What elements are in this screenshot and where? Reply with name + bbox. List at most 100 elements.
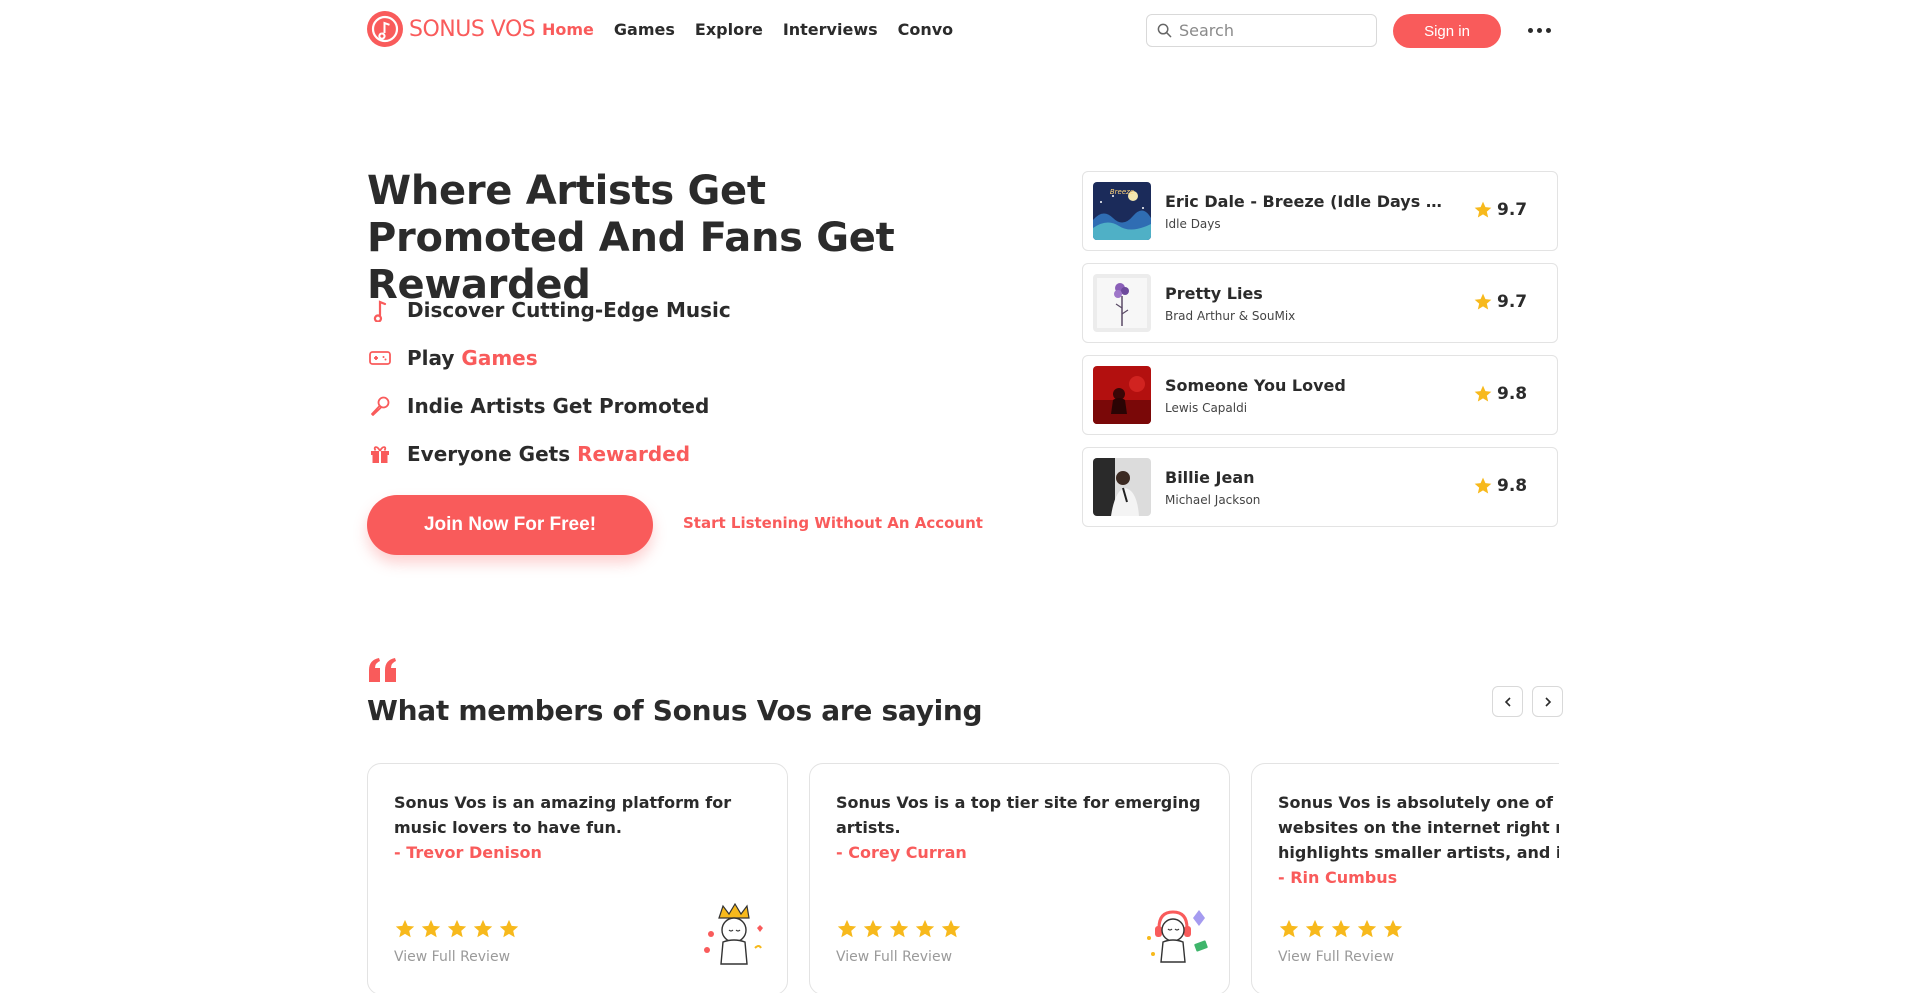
view-full-review-link[interactable]: View Full Review: [394, 949, 510, 965]
cover-someone-you-loved: [1093, 366, 1151, 424]
star-icon: [1383, 919, 1403, 938]
testimonials-title: What members of Sonus Vos are saying: [367, 694, 983, 727]
join-now-button[interactable]: Join Now For Free!: [367, 495, 653, 555]
star-icon: [395, 919, 415, 938]
star-icon: [1331, 919, 1351, 938]
track-title: Someone You Loved: [1165, 376, 1346, 395]
review-author: - Rin Cumbus: [1278, 868, 1398, 887]
review-author: - Corey Curran: [836, 843, 967, 862]
gamepad-icon: [367, 345, 393, 371]
track-artist: Michael Jackson: [1165, 493, 1261, 507]
track-title: Pretty Lies: [1165, 284, 1263, 303]
star-icon: [941, 919, 961, 938]
track-title: Eric Dale - Breeze (Idle Days Cov...: [1165, 192, 1450, 211]
main-nav: Home Games Explore Interviews Convo: [542, 20, 973, 39]
rating-value: 9.8: [1497, 476, 1528, 496]
nav-games[interactable]: Games: [614, 20, 675, 39]
star-icon: [473, 919, 493, 938]
microphone-icon: [367, 393, 393, 419]
carousel-next-button[interactable]: [1532, 686, 1563, 717]
review-card: Sonus Vos is absolutely one of my f webs…: [1251, 763, 1559, 993]
feature-item: Discover Cutting-Edge Music: [367, 286, 731, 334]
star-icon: [1305, 919, 1325, 938]
site-header: SONUS VOS Home Games Explore Interviews …: [367, 0, 1553, 60]
top-tracks-list: Breeze Eric Dale - Breeze (Idle Days Cov…: [1082, 171, 1558, 539]
review-stars: [394, 918, 520, 940]
crown-mascot-icon: [704, 902, 763, 965]
review-text: Sonus Vos is an amazing platform for mus…: [394, 790, 766, 865]
feature-text: Play Games: [407, 346, 538, 370]
star-icon: [447, 919, 467, 938]
headphones-mascot-icon: [1147, 910, 1208, 963]
track-artist: Lewis Capaldi: [1165, 401, 1248, 415]
review-text: Sonus Vos is a top tier site for emergin…: [836, 790, 1208, 865]
star-icon: [1357, 919, 1377, 938]
review-stars: [836, 918, 962, 940]
star-icon: [1474, 385, 1492, 402]
star-icon: [1474, 201, 1492, 218]
review-card: Sonus Vos is an amazing platform for mus…: [367, 763, 788, 993]
track-card[interactable]: Pretty Lies Brad Arthur & SouMix 9.7: [1082, 263, 1558, 343]
track-card[interactable]: Someone You Loved Lewis Capaldi 9.8: [1082, 355, 1558, 435]
cover-pretty-lies: [1093, 274, 1151, 332]
review-stars: [1278, 918, 1404, 940]
star-icon: [421, 919, 441, 938]
sign-in-button[interactable]: Sign in: [1393, 14, 1501, 48]
star-icon: [499, 919, 519, 938]
track-title: Billie Jean: [1165, 468, 1255, 487]
feature-list: Discover Cutting-Edge Music Play Games I…: [367, 286, 731, 478]
carousel-prev-button[interactable]: [1492, 686, 1523, 717]
search-input[interactable]: [1179, 21, 1359, 40]
track-rating: 9.7: [1473, 200, 1527, 220]
nav-home[interactable]: Home: [542, 20, 594, 39]
nav-convo[interactable]: Convo: [898, 20, 954, 39]
rating-value: 9.8: [1497, 384, 1528, 404]
star-icon: [889, 919, 909, 938]
start-listening-link[interactable]: Start Listening Without An Account: [683, 514, 983, 532]
star-icon: [863, 919, 883, 938]
review-author: - Trevor Denison: [394, 843, 542, 862]
games-link[interactable]: Games: [461, 346, 537, 370]
rewarded-link[interactable]: Rewarded: [577, 442, 690, 466]
feature-text: Discover Cutting-Edge Music: [407, 298, 731, 322]
view-full-review-link[interactable]: View Full Review: [836, 949, 952, 965]
feature-text: Everyone Gets Rewarded: [407, 442, 691, 466]
nav-interviews[interactable]: Interviews: [783, 20, 878, 39]
dot: [1536, 27, 1542, 33]
logo-text: SONUS VOS: [409, 16, 536, 42]
feature-item: Play Games: [367, 334, 731, 382]
review-text: Sonus Vos is absolutely one of my f webs…: [1278, 790, 1559, 890]
dot: [1545, 27, 1551, 33]
cover-breeze: Breeze: [1093, 182, 1151, 240]
chevron-left-icon: [1504, 696, 1511, 707]
track-rating: 9.8: [1473, 384, 1527, 404]
gift-icon: [367, 441, 393, 467]
star-icon: [915, 919, 935, 938]
logo[interactable]: SONUS VOS: [367, 11, 536, 47]
rating-value: 9.7: [1497, 200, 1528, 220]
dot: [1527, 27, 1533, 33]
track-rating: 9.7: [1473, 292, 1527, 312]
view-full-review-link[interactable]: View Full Review: [1278, 949, 1394, 965]
track-card[interactable]: Billie Jean Michael Jackson 9.8: [1082, 447, 1558, 527]
search-box: [1146, 14, 1377, 47]
track-artist: Idle Days: [1165, 217, 1221, 231]
svg-text:Breeze: Breeze: [1110, 188, 1134, 196]
track-artist: Brad Arthur & SouMix: [1165, 309, 1296, 323]
track-card[interactable]: Breeze Eric Dale - Breeze (Idle Days Cov…: [1082, 171, 1558, 251]
nav-explore[interactable]: Explore: [695, 20, 763, 39]
search-icon: [1157, 23, 1172, 38]
star-icon: [837, 919, 857, 938]
chevron-right-icon: [1544, 696, 1551, 707]
star-icon: [1474, 477, 1492, 494]
reviews-track: Sonus Vos is an amazing platform for mus…: [367, 763, 1559, 993]
star-icon: [1279, 919, 1299, 938]
cover-billie-jean: [1093, 458, 1151, 516]
music-note-icon: [367, 297, 393, 323]
more-menu-icon[interactable]: [1524, 18, 1554, 42]
feature-item: Indie Artists Get Promoted: [367, 382, 731, 430]
reviews-carousel: Sonus Vos is an amazing platform for mus…: [367, 763, 1559, 993]
review-card: Sonus Vos is a top tier site for emergin…: [809, 763, 1230, 993]
rating-value: 9.7: [1497, 292, 1528, 312]
quote-icon: [369, 658, 396, 682]
